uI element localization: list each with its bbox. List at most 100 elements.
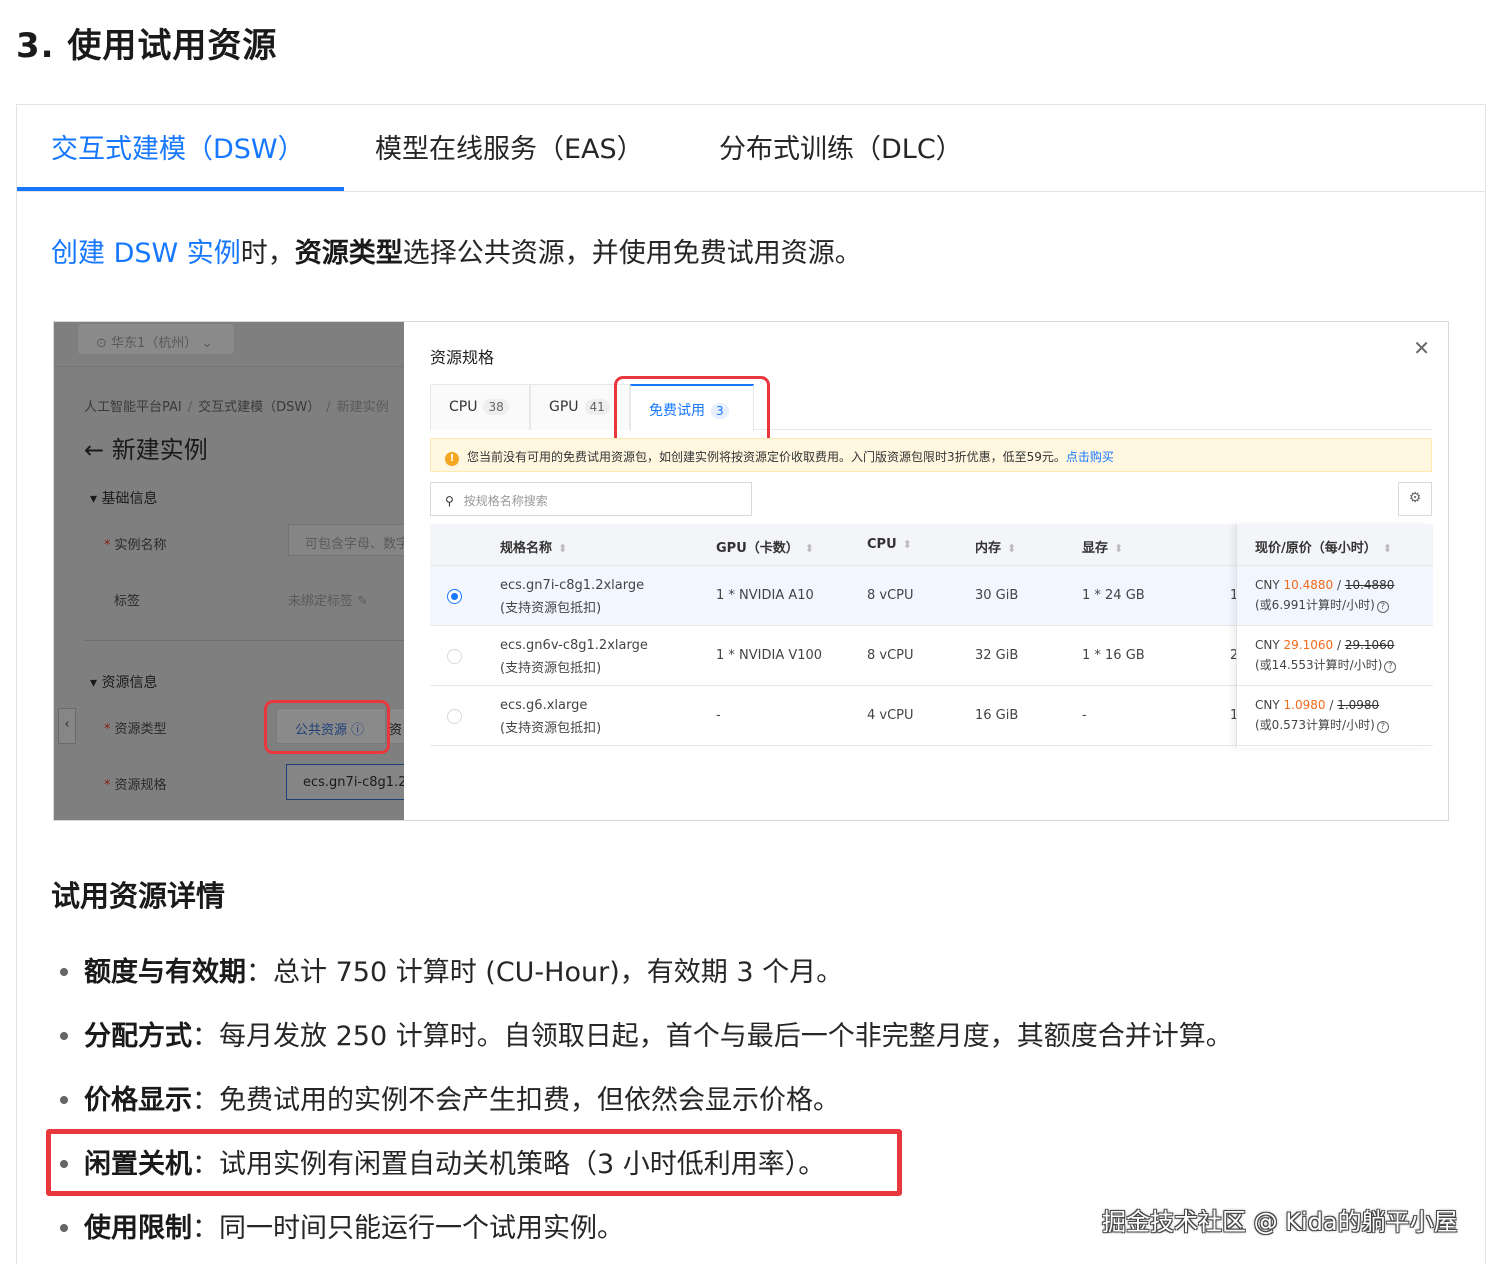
create-instance-form: ⊙ 华东1（杭州） ⌄ 人工智能平台PAI / 交互式建模（DSW） / 新建实例 ← … — [54, 322, 404, 820]
bullet-dot — [60, 1031, 68, 1040]
highlight-box — [46, 1129, 902, 1196]
sort-icon: ⬍ — [804, 542, 814, 555]
divider — [54, 366, 404, 367]
col-cpu: CPU ⬍ — [867, 537, 912, 552]
sort-icon: ⬍ — [1382, 542, 1392, 555]
cpu-cell: 8 vCPU — [867, 588, 914, 603]
bullet-dot — [60, 1223, 68, 1232]
spec-search-input: ⚲ 按规格名称搜索 — [430, 482, 752, 516]
cu-rate: (或6.991计算时/小时) — [1255, 598, 1375, 612]
gear-icon: ⚙ — [1398, 482, 1432, 516]
cu-rate: (或0.573计算时/小时) — [1255, 718, 1375, 732]
page-title: 3. 使用试用资源 — [16, 26, 278, 66]
breadcrumb: 人工智能平台PAI / 交互式建模（DSW） / 新建实例 — [84, 400, 389, 415]
item-text: ：每月发放 250 计算时。自领取日起，首个与最后一个非完整月度，其额度合并计算… — [192, 1021, 1233, 1052]
resource-type-label: * 资源类型 — [104, 722, 167, 737]
spec-name: ecs.gn7i-c8g1.2xlarge (支持资源包抵扣) — [500, 578, 644, 616]
intro-bold: 资源类型 — [294, 238, 403, 269]
vram-cell: 1 * 24 GB — [1082, 588, 1145, 603]
spec-note: (支持资源包抵扣) — [500, 661, 602, 676]
edit-icon: ✎ — [353, 594, 369, 609]
memory-cell: 16 GiB — [975, 708, 1019, 723]
breadcrumb-item: 人工智能平台PAI — [84, 400, 182, 415]
resource-spec-dialog: 资源规格 ✕ CPU 38 GPU 41 免费试用 3 ! 您当前没有可用的免费试用资源… — [404, 322, 1448, 820]
cpu-cell: 8 vCPU — [867, 648, 914, 663]
sort-icon: ⬍ — [1007, 542, 1017, 555]
list-item: 价格显示：免费试用的实例不会产生扣费，但依然会显示价格。 — [60, 1078, 840, 1117]
cu-rate: (或14.553计算时/小时) — [1255, 658, 1383, 672]
tab-count: 38 — [483, 399, 509, 415]
tab-label: CPU — [449, 399, 478, 415]
section-label: 基础信息 — [101, 491, 158, 507]
tab-dsw[interactable]: 交互式建模（DSW） — [51, 127, 305, 166]
active-tab-indicator — [17, 187, 344, 191]
buy-link: 点击购买 — [1065, 450, 1114, 464]
instance-name-label: * 实例名称 — [104, 538, 167, 553]
price-now: 1.0980 — [1283, 698, 1326, 712]
close-icon: ✕ — [1413, 336, 1430, 360]
list-item: 使用限制：同一时间只能运行一个试用实例。 — [60, 1206, 624, 1245]
item-text: ：总计 750 计算时 (CU-Hour)，有效期 3 个月。 — [246, 957, 844, 988]
vram-cell: - — [1082, 708, 1087, 723]
bullet-dot — [60, 1095, 68, 1104]
item-title: 分配方式 — [84, 1021, 192, 1052]
region-selector: ⊙ 华东1（杭州） ⌄ — [78, 324, 234, 354]
resource-spec-label: * 资源规格 — [104, 778, 167, 793]
label-text: 资源类型 — [114, 722, 167, 737]
tab-count: 41 — [584, 399, 610, 415]
memory-cell: 32 GiB — [975, 648, 1019, 663]
price-header: 现价/原价（每小时） ⬍ — [1237, 524, 1433, 566]
price-now: 10.4880 — [1283, 578, 1334, 592]
row-radio — [447, 589, 462, 604]
currency: CNY — [1255, 638, 1280, 652]
row-radio — [447, 649, 462, 664]
price-cell: CNY 10.4880 / 10.4880 (或6.991计算时/小时)? — [1237, 566, 1433, 626]
create-dsw-link[interactable]: 创建 DSW 实例 — [51, 238, 241, 269]
tab-eas[interactable]: 模型在线服务（EAS） — [375, 127, 644, 166]
watermark: 掘金技术社区 @ Kida的躺平小屋 — [1102, 1208, 1458, 1236]
item-text: ：同一时间只能运行一个试用实例。 — [192, 1213, 624, 1244]
item-title: 价格显示 — [84, 1085, 192, 1116]
gpu-cell: - — [716, 708, 721, 723]
cpu-cell: 4 vCPU — [867, 708, 914, 723]
column-label: 现价/原价（每小时） — [1255, 541, 1377, 556]
tab-dlc[interactable]: 分布式训练（DLC） — [719, 127, 963, 166]
column-label: 显存 — [1082, 541, 1109, 556]
price-line: CNY 1.0980 / 1.0980 — [1255, 698, 1380, 712]
resource-spec-input: ecs.gn7i-c8g1.2 — [286, 764, 404, 800]
spec-name-text: ecs.gn7i-c8g1.2xlarge — [500, 578, 645, 593]
help-icon: ? — [1376, 721, 1389, 733]
price-line: CNY 10.4880 / 10.4880 — [1255, 578, 1395, 592]
spec-name: ecs.g6.xlarge (支持资源包抵扣) — [500, 698, 601, 736]
column-label: CPU — [867, 537, 897, 552]
notice-banner: ! 您当前没有可用的免费试用资源包，如创建实例将按资源定价收取费用。入门版资源包限… — [430, 438, 1432, 472]
tab-bar: 交互式建模（DSW） 模型在线服务（EAS） 分布式训练（DLC） — [17, 105, 1485, 192]
sort-icon: ⬍ — [558, 542, 568, 555]
breadcrumb-item: 新建实例 — [336, 400, 389, 415]
gpu-cell: 1 * NVIDIA V100 — [716, 648, 823, 663]
intro-part: 选择公共资源，并使用免费试用资源。 — [402, 238, 862, 269]
tags-value: 未绑定标签 ✎ — [288, 590, 368, 609]
item-title: 额度与有效期 — [84, 957, 246, 988]
location-icon: ⊙ — [96, 336, 112, 351]
chevron-down-icon: ⌄ — [197, 336, 213, 351]
price-cell: CNY 1.0980 / 1.0980 (或0.573计算时/小时)? — [1237, 686, 1433, 746]
search-icon: ⚲ — [445, 494, 454, 508]
collapse-left-icon: ‹ — [58, 708, 76, 744]
breadcrumb-item: 交互式建模（DSW） — [198, 400, 321, 415]
vram-cell: 1 * 16 GB — [1082, 648, 1145, 663]
spec-name-text: ecs.gn6v-c8g1.2xlarge — [500, 638, 648, 653]
item-text: ：免费试用的实例不会产生扣费，但依然会显示价格。 — [192, 1085, 840, 1116]
form-title-text: 新建实例 — [111, 436, 208, 464]
col-gpu: GPU（卡数） ⬍ — [716, 537, 814, 556]
col-memory: 内存 ⬍ — [975, 537, 1016, 556]
price-old: 10.4880 — [1344, 578, 1395, 592]
dialog-title: 资源规格 — [430, 348, 495, 367]
tab-label: GPU — [549, 399, 579, 415]
tab-cpu: CPU 38 — [430, 384, 530, 430]
currency: CNY — [1255, 698, 1280, 712]
spec-note: (支持资源包抵扣) — [500, 721, 602, 736]
list-item: 分配方式：每月发放 250 计算时。自领取日起，首个与最后一个非完整月度，其额度… — [60, 1014, 1233, 1053]
section-resource: ▾ 资源信息 — [90, 672, 157, 692]
column-label: GPU（卡数） — [716, 541, 799, 556]
